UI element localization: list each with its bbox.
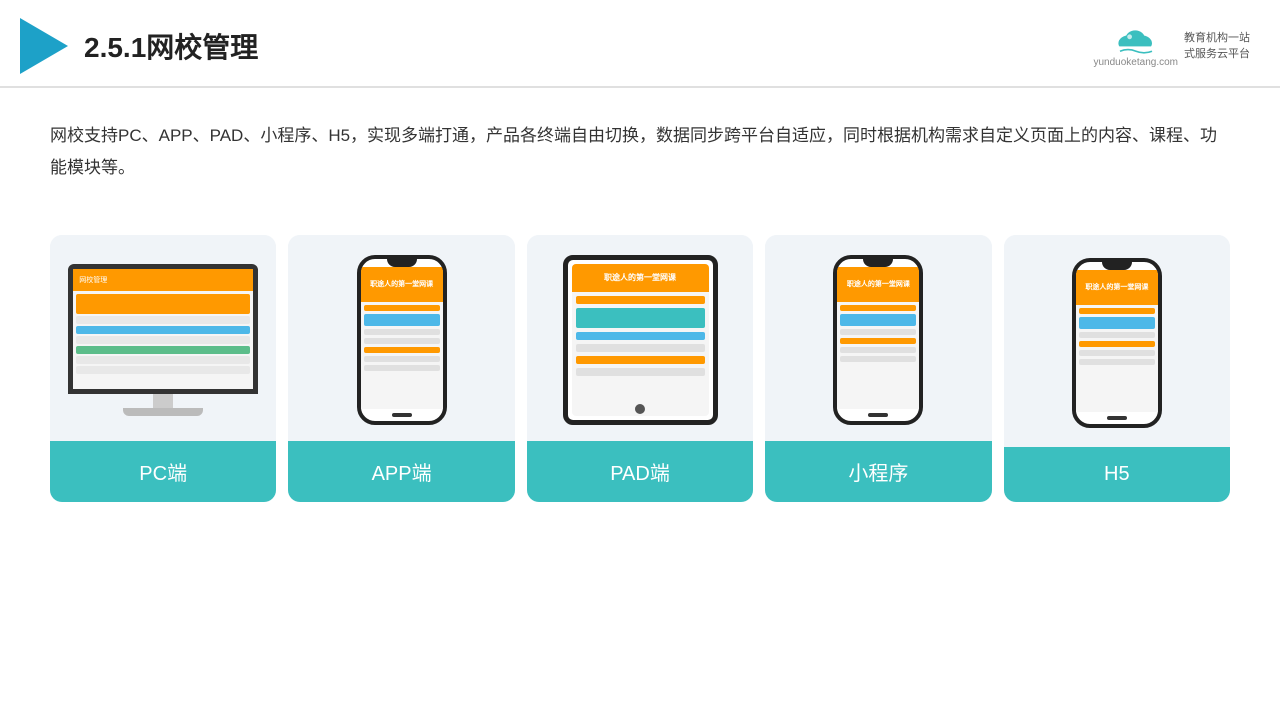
- header-right: yunduoketang.com 教育机构一站 式服务云平台: [1093, 24, 1250, 68]
- brand-url: yunduoketang.com: [1093, 57, 1178, 68]
- description-content: 网校支持PC、APP、PAD、小程序、H5，实现多端打通，产品各终端自由切换，数…: [50, 120, 1230, 185]
- card-image-app: 职途人的第一堂网课: [288, 235, 514, 441]
- pc-monitor-icon: 网校管理: [66, 264, 260, 416]
- brand-logo: yunduoketang.com 教育机构一站 式服务云平台: [1093, 24, 1250, 68]
- card-label-miniprogram: 小程序: [765, 441, 991, 502]
- phone-miniprogram-icon: 职途人的第一堂网课: [833, 255, 923, 425]
- card-label-pad: PAD端: [527, 441, 753, 502]
- card-image-pad: 职途人的第一堂网课: [527, 235, 753, 441]
- description-text: 网校支持PC、APP、PAD、小程序、H5，实现多端打通，产品各终端自由切换，数…: [0, 88, 1280, 195]
- header: 2.5.1网校管理 yunduoketang.com: [0, 0, 1280, 88]
- page-title: 2.5.1网校管理: [84, 26, 258, 66]
- cloud-icon-wrap: yunduoketang.com: [1093, 24, 1178, 68]
- card-label-h5: H5: [1004, 447, 1230, 502]
- header-left: 2.5.1网校管理: [20, 18, 258, 74]
- card-pad: 职途人的第一堂网课 PAD端: [527, 235, 753, 502]
- cards-container: 网校管理 PC端: [0, 205, 1280, 522]
- card-image-h5: 职途人的第一堂网课: [1004, 235, 1230, 447]
- card-image-miniprogram: 职途人的第一堂网课: [765, 235, 991, 441]
- card-miniprogram: 职途人的第一堂网课 小程序: [765, 235, 991, 502]
- card-pc: 网校管理 PC端: [50, 235, 276, 502]
- phone-h5-icon: 职途人的第一堂网课: [1072, 258, 1162, 428]
- pad-icon: 职途人的第一堂网课: [563, 255, 718, 425]
- card-h5: 职途人的第一堂网课 H5: [1004, 235, 1230, 502]
- phone-app-icon: 职途人的第一堂网课: [357, 255, 447, 425]
- card-image-pc: 网校管理: [50, 235, 276, 441]
- monitor-screen: 网校管理: [68, 264, 258, 394]
- brand-tagline-line1: 教育机构一站: [1184, 30, 1250, 47]
- cloud-icon: [1112, 24, 1160, 56]
- brand-tagline-line2: 式服务云平台: [1184, 46, 1250, 63]
- card-app: 职途人的第一堂网课 APP端: [288, 235, 514, 502]
- card-label-pc: PC端: [50, 441, 276, 502]
- brand-tagline: 教育机构一站 式服务云平台: [1184, 30, 1250, 63]
- logo-triangle-icon: [20, 18, 68, 74]
- card-label-app: APP端: [288, 441, 514, 502]
